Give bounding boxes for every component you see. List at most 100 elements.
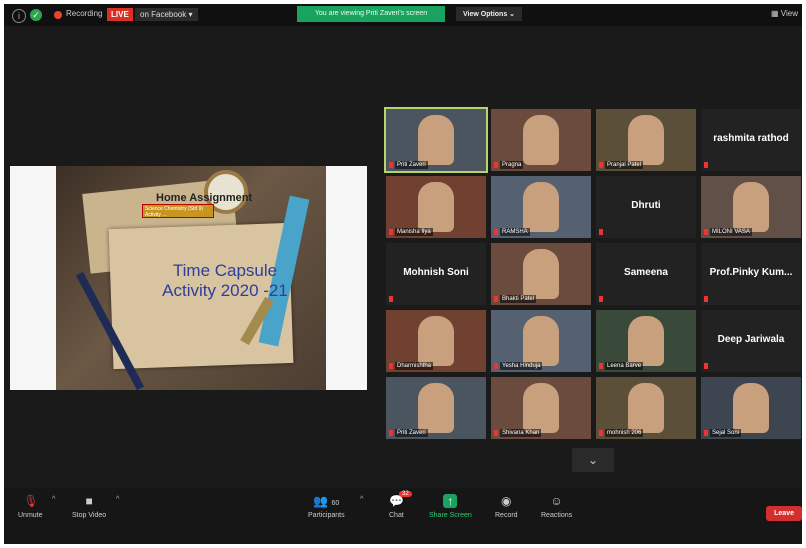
- shared-slide-image: Home Assignment Science Chemistry (Std 9…: [56, 166, 326, 390]
- participant-tile[interactable]: Sejal Soni: [701, 377, 801, 439]
- shared-screen: Home Assignment Science Chemistry (Std 9…: [10, 166, 367, 390]
- participant-video: [418, 383, 454, 433]
- muted-mic-icon: [494, 162, 498, 168]
- stream-target-dropdown[interactable]: on Facebook ▾: [135, 8, 198, 21]
- chat-badge: 32: [399, 491, 412, 497]
- participants-button[interactable]: 👥 60 Participants: [308, 494, 345, 519]
- unmute-button[interactable]: 🎙 Unmute: [18, 494, 43, 519]
- top-bar: i ✓ Recording LIVE on Facebook ▾ You are…: [4, 4, 802, 26]
- muted-mic-icon: [704, 229, 708, 235]
- participant-tile[interactable]: rashmita rathod: [701, 109, 801, 171]
- participant-tile[interactable]: Pragna: [491, 109, 591, 171]
- participant-video: [523, 316, 559, 366]
- chat-button[interactable]: 💬 32 Chat: [389, 491, 412, 519]
- stream-target-label: on Facebook: [140, 10, 187, 19]
- muted-mic-icon: [704, 363, 708, 369]
- participant-tile[interactable]: Dhruti: [596, 176, 696, 238]
- view-button[interactable]: ▦ View: [771, 9, 798, 18]
- participant-video: [628, 383, 664, 433]
- participant-name: mohnish 206: [605, 429, 644, 437]
- participant-name: Leena Barve: [605, 362, 644, 370]
- participant-tile[interactable]: Priti Zaveri: [384, 107, 488, 173]
- shield-icon[interactable]: ✓: [30, 9, 42, 21]
- participant-name: RAMSHA: [500, 228, 530, 236]
- muted-mic-icon: [599, 363, 603, 369]
- participant-tile[interactable]: Priti Zaveri: [386, 377, 486, 439]
- slide-title-line2: Activity 2020 -21: [162, 281, 288, 300]
- participant-tile[interactable]: Manisha Ilya: [386, 176, 486, 238]
- participant-video: [523, 115, 559, 165]
- record-icon: ◉: [501, 494, 512, 508]
- unmute-label: Unmute: [18, 512, 43, 519]
- muted-mic-icon: [704, 430, 708, 436]
- participant-count: 60: [331, 500, 340, 507]
- muted-mic-icon: [704, 162, 708, 168]
- participant-name: Priti Zaveri: [395, 429, 428, 437]
- muted-mic-icon: [599, 296, 603, 302]
- participant-name: Mohnish Soni: [403, 267, 469, 278]
- muted-mic-icon: [389, 296, 393, 302]
- stop-video-button[interactable]: ■ Stop Video: [72, 494, 106, 519]
- chevron-down-icon: ⌄: [587, 453, 599, 467]
- participants-label: Participants: [308, 512, 345, 519]
- slide-tag-text: Science Chemistry (Std 9) Activity ...: [145, 206, 204, 218]
- participant-name: Prof.Pinky Kum...: [709, 267, 793, 278]
- slide-tag: Science Chemistry (Std 9) Activity ...: [142, 204, 214, 218]
- participant-video: [523, 182, 559, 232]
- record-button[interactable]: ◉ Record: [495, 494, 518, 519]
- live-badge[interactable]: LIVE: [107, 8, 133, 21]
- participant-tile[interactable]: mohnish 206: [596, 377, 696, 439]
- muted-mic-icon: [599, 430, 603, 436]
- participant-tile[interactable]: Pranjal Patel: [596, 109, 696, 171]
- participant-name: Sejal Soni: [710, 429, 742, 437]
- bottom-toolbar: 🎙 Unmute ^ ■ Stop Video ^ 👥 60 Participa…: [4, 488, 802, 544]
- leave-button[interactable]: Leave: [766, 506, 802, 521]
- participant-name: Yesha Hinduja: [500, 362, 543, 370]
- participant-video: [733, 182, 769, 232]
- muted-mic-icon: 🎙: [23, 494, 39, 508]
- participant-tile[interactable]: Mohnish Soni: [386, 243, 486, 305]
- participant-tile[interactable]: Yesha Hinduja: [491, 310, 591, 372]
- muted-mic-icon: [599, 229, 603, 235]
- participant-tile[interactable]: Sameena: [596, 243, 696, 305]
- view-label: View: [780, 9, 798, 18]
- info-icon[interactable]: i: [12, 9, 26, 23]
- share-screen-label: Share Screen: [429, 512, 472, 519]
- participant-video: [628, 316, 664, 366]
- participant-video: [523, 249, 559, 299]
- muted-mic-icon: [494, 430, 498, 436]
- scroll-down-button[interactable]: ⌄: [572, 448, 614, 472]
- participant-video: [418, 182, 454, 232]
- participants-icon: 👥 60: [313, 494, 340, 508]
- audio-options-caret-icon[interactable]: ^: [52, 496, 55, 503]
- muted-mic-icon: [389, 430, 393, 436]
- participant-tile[interactable]: Bhakti Patel: [491, 243, 591, 305]
- participants-options-caret-icon[interactable]: ^: [360, 496, 363, 503]
- participant-name: Bhakti Patel: [500, 295, 537, 303]
- participant-tile[interactable]: Leena Barve: [596, 310, 696, 372]
- video-options-caret-icon[interactable]: ^: [116, 496, 119, 503]
- slide-heading: Home Assignment: [156, 192, 253, 204]
- participant-tile[interactable]: Deep Jariwala: [701, 310, 801, 372]
- video-camera-icon: ■: [85, 494, 93, 508]
- recording-label: Recording: [66, 9, 103, 18]
- muted-mic-icon: [494, 296, 498, 302]
- participant-tile[interactable]: RAMSHA: [491, 176, 591, 238]
- view-options-button[interactable]: View Options ⌄: [456, 7, 523, 21]
- participant-video: [523, 383, 559, 433]
- participant-tile[interactable]: Shivana Khan: [491, 377, 591, 439]
- share-screen-icon: ↑: [443, 494, 458, 508]
- stop-video-label: Stop Video: [72, 512, 107, 519]
- muted-mic-icon: [494, 363, 498, 369]
- muted-mic-icon: [389, 229, 393, 235]
- slide-title-line1: Time Capsule: [172, 261, 278, 280]
- participant-tile[interactable]: Prof.Pinky Kum...: [701, 243, 801, 305]
- view-options-label: View Options: [463, 11, 508, 18]
- share-screen-button[interactable]: ↑ Share Screen: [429, 494, 472, 519]
- chevron-down-icon: ⌄: [509, 11, 516, 18]
- grid-icon: ▦: [771, 9, 779, 18]
- reactions-button[interactable]: ☺ Reactions: [541, 494, 572, 519]
- dropdown-caret-icon: ▾: [188, 10, 193, 19]
- participant-tile[interactable]: Dharmishtha: [386, 310, 486, 372]
- participant-tile[interactable]: MILONI VASA: [701, 176, 801, 238]
